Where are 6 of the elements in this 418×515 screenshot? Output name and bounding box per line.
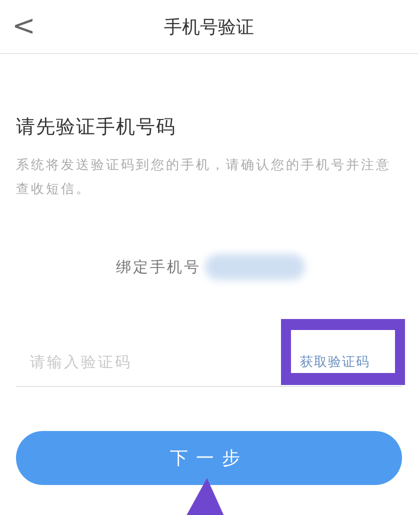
back-button[interactable]: < (8, 8, 40, 44)
description: 系统将发送验证码到您的手机，请确认您的手机号并注意查收短信。 (16, 157, 392, 199)
heading: 请先验证手机号码 (16, 115, 177, 140)
next-button[interactable]: 下一步 (16, 431, 402, 485)
bound-phone-label: 绑定手机号 (116, 258, 201, 276)
page-title: 手机号验证 (164, 16, 254, 38)
